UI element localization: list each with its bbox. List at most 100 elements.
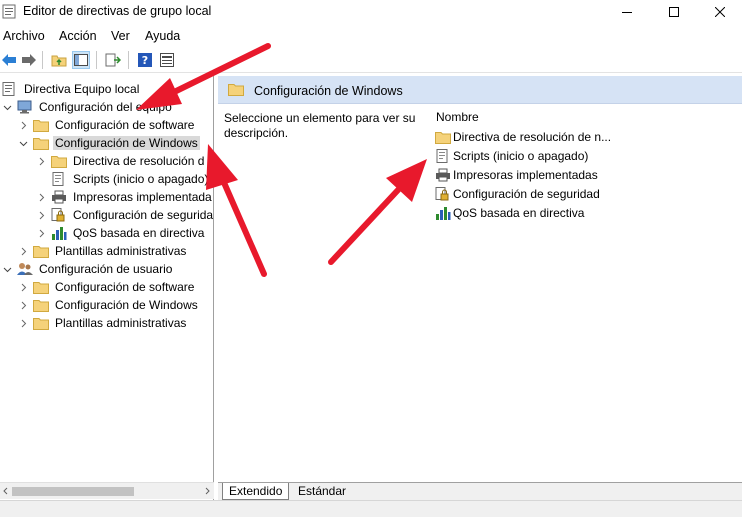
- tree-item-security-settings[interactable]: Configuración de segurida: [36, 206, 213, 224]
- list-item-label: Scripts (inicio o apagado): [453, 149, 589, 163]
- tree-item-windows-config[interactable]: Configuración de Windows: [18, 134, 200, 152]
- tree-item-user-admin-templates[interactable]: Plantillas administrativas: [18, 314, 188, 332]
- tab-extendido[interactable]: Extendido: [222, 483, 290, 500]
- chevron-right-icon[interactable]: [18, 300, 28, 310]
- tree-item-label: Configuración de software: [55, 280, 195, 294]
- back-icon: [2, 54, 16, 66]
- security-icon: [435, 187, 451, 201]
- tree-item-label: QoS basada en directiva: [73, 226, 205, 240]
- tree-item-label: Configuración de usuario: [39, 262, 173, 276]
- policy-doc-icon: [2, 82, 18, 96]
- list-item[interactable]: Scripts (inicio o apagado): [435, 147, 588, 165]
- computer-icon: [17, 100, 33, 114]
- close-button[interactable]: [697, 0, 742, 24]
- details-header: Configuración de Windows: [218, 76, 742, 104]
- chevron-down-icon[interactable]: [2, 102, 12, 112]
- folder-icon: [228, 84, 244, 96]
- properties-icon: [160, 53, 174, 67]
- users-icon: [17, 262, 33, 276]
- chevron-right-icon[interactable]: [36, 156, 46, 166]
- scrollbar-thumb[interactable]: [12, 487, 134, 496]
- list-item[interactable]: Impresoras implementadas: [435, 166, 598, 184]
- help-icon: ?: [138, 53, 152, 67]
- printer-icon: [51, 190, 67, 204]
- export-list-button[interactable]: [104, 51, 122, 69]
- svg-text:?: ?: [142, 54, 148, 67]
- tree-item-label: Configuración de software: [55, 118, 195, 132]
- up-folder-icon: [51, 55, 67, 67]
- tree-item-computer-config[interactable]: Configuración del equipo: [2, 98, 174, 116]
- security-icon: [51, 208, 67, 222]
- chevron-right-icon[interactable]: [36, 192, 46, 202]
- list-item-label: Impresoras implementadas: [453, 168, 598, 182]
- tree-item-user-config[interactable]: Configuración de usuario: [2, 260, 174, 278]
- properties-button[interactable]: [158, 51, 176, 69]
- tree-item-qos-policy[interactable]: QoS basada en directiva: [36, 224, 206, 242]
- chevron-right-icon[interactable]: [36, 228, 46, 238]
- tree-item-label: Plantillas administrativas: [55, 244, 187, 258]
- scroll-right-icon[interactable]: [202, 486, 212, 496]
- help-button[interactable]: ?: [136, 51, 154, 69]
- chevron-right-icon[interactable]: [18, 282, 28, 292]
- menu-ayuda[interactable]: Ayuda: [145, 29, 180, 43]
- tree-item-label: Configuración del equipo: [39, 100, 172, 114]
- tree-item-admin-templates[interactable]: Plantillas administrativas: [18, 242, 188, 260]
- chevron-down-icon[interactable]: [18, 138, 28, 148]
- details-pane: Configuración de Windows Seleccione un e…: [218, 76, 742, 482]
- details-header-title: Configuración de Windows: [254, 84, 403, 98]
- show-hide-tree-icon: [74, 54, 88, 66]
- forward-button[interactable]: [20, 51, 38, 69]
- minimize-button[interactable]: [604, 0, 650, 24]
- chart-icon: [435, 206, 451, 220]
- chevron-right-icon[interactable]: [18, 120, 28, 130]
- menu-archivo[interactable]: Archivo: [3, 29, 45, 43]
- tree-item-user-windows-config[interactable]: Configuración de Windows: [18, 296, 200, 314]
- toolbar-separator: [42, 51, 43, 69]
- folder-icon: [33, 118, 49, 132]
- list-item[interactable]: Directiva de resolución de n...: [435, 128, 611, 146]
- printer-icon: [435, 168, 451, 182]
- maximize-button[interactable]: [651, 0, 697, 24]
- tree-item-name-resolution-policy[interactable]: Directiva de resolución d: [36, 152, 206, 170]
- show-hide-tree-button[interactable]: [72, 51, 90, 69]
- tree-item-user-software-config[interactable]: Configuración de software: [18, 278, 196, 296]
- script-icon: [51, 172, 67, 186]
- close-icon: [715, 7, 725, 17]
- chevron-right-icon[interactable]: [18, 318, 28, 328]
- menu-bar: Archivo Acción Ver Ayuda: [0, 24, 742, 47]
- forward-icon: [22, 54, 36, 66]
- tree-horizontal-scrollbar[interactable]: [0, 482, 214, 499]
- chevron-right-icon[interactable]: [36, 210, 46, 220]
- export-list-icon: [105, 53, 121, 67]
- column-header-name[interactable]: Nombre: [436, 110, 479, 124]
- toolbar: ?: [0, 47, 742, 73]
- tree-item-label: Impresoras implementada: [73, 190, 212, 204]
- list-item[interactable]: QoS basada en directiva: [435, 204, 584, 222]
- back-button[interactable]: [0, 51, 18, 69]
- list-item[interactable]: Configuración de seguridad: [435, 185, 600, 203]
- tree-item-root[interactable]: Directiva Equipo local: [2, 80, 141, 98]
- tree-item-scripts[interactable]: Scripts (inicio o apagado): [51, 170, 210, 188]
- list-item-label: Directiva de resolución de n...: [453, 130, 612, 144]
- script-icon: [435, 149, 451, 163]
- list-item-label: QoS basada en directiva: [453, 206, 585, 220]
- folder-icon: [33, 244, 49, 258]
- menu-ver[interactable]: Ver: [111, 29, 130, 43]
- chevron-down-icon[interactable]: [2, 264, 12, 274]
- tree-item-software-config[interactable]: Configuración de software: [18, 116, 196, 134]
- details-list: Nombre Directiva de resolución de n... S…: [422, 104, 742, 482]
- toolbar-separator: [128, 51, 129, 69]
- tab-estandar[interactable]: Estándar: [292, 483, 352, 500]
- up-folder-button[interactable]: [50, 51, 68, 69]
- view-tabs: Extendido Estándar: [218, 482, 742, 500]
- folder-icon: [33, 316, 49, 330]
- scroll-left-icon[interactable]: [1, 486, 11, 496]
- chart-icon: [51, 226, 67, 240]
- chevron-right-icon[interactable]: [18, 246, 28, 256]
- list-item-label: Configuración de seguridad: [453, 187, 600, 201]
- toolbar-separator: [96, 51, 97, 69]
- menu-accion[interactable]: Acción: [59, 29, 97, 43]
- maximize-icon: [669, 7, 679, 17]
- window-title: Editor de directivas de grupo local: [23, 4, 212, 18]
- tree-item-deployed-printers[interactable]: Impresoras implementada: [36, 188, 213, 206]
